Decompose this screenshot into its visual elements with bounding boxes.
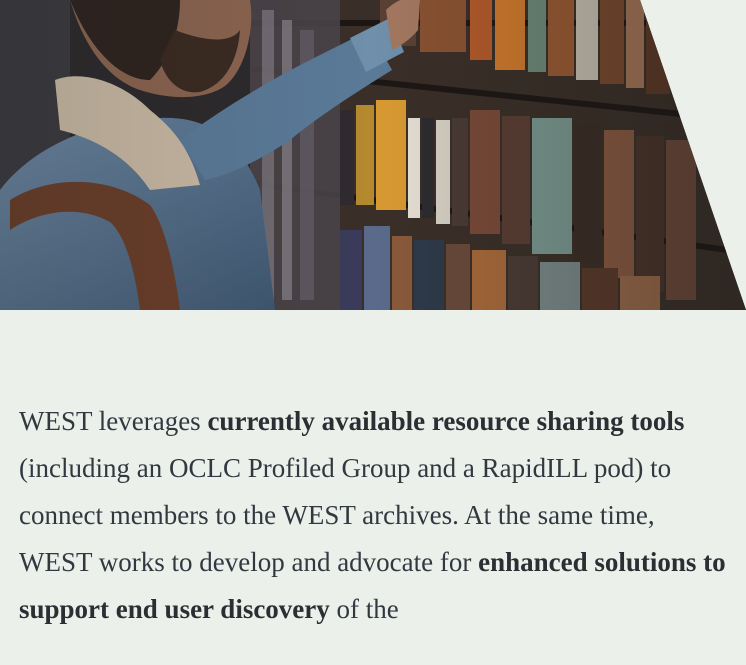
intro-paragraph: WEST leverages currently available resou…: [19, 398, 731, 633]
library-photo: [0, 0, 746, 310]
highlight-resource-sharing-tools: currently available resource sharing too…: [207, 406, 685, 436]
hero-image: [0, 0, 746, 310]
intro-text-3: of the: [329, 594, 399, 624]
intro-text-1: WEST leverages: [19, 406, 208, 436]
